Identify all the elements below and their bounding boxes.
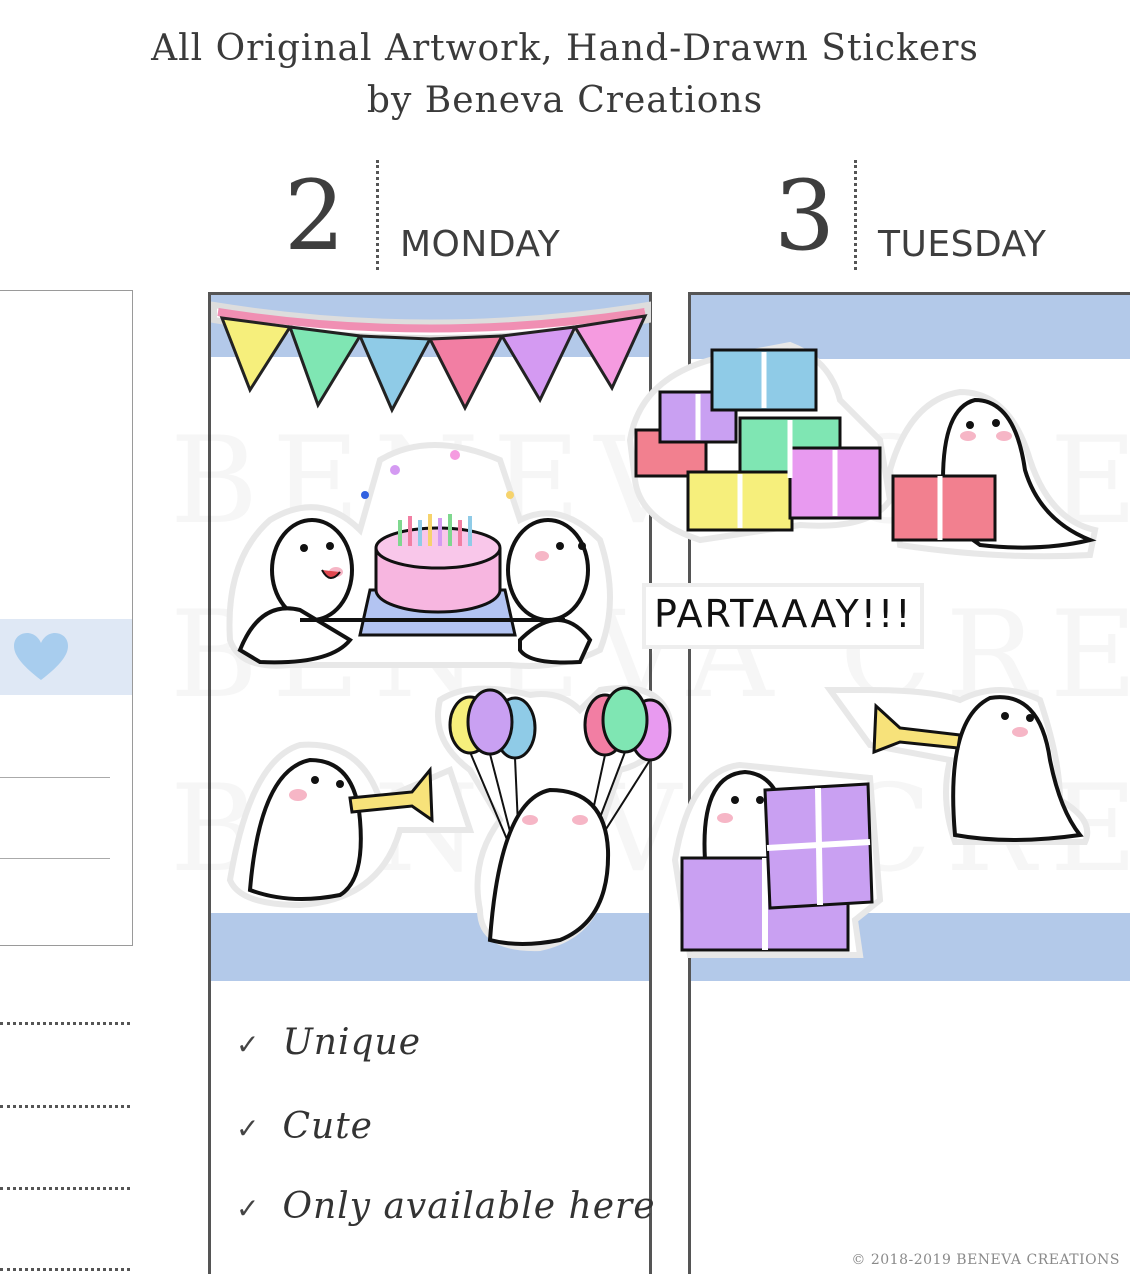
checklist-item: ✓ Cute bbox=[236, 1106, 373, 1147]
checklist-item-text: Cute bbox=[282, 1106, 373, 1147]
partaaay-sticker-text: PARTAAAY!!! bbox=[648, 590, 919, 638]
checklist-item-text: Only available here bbox=[282, 1186, 656, 1227]
copyright-notice: © 2018-2019 BENEVA CREATIONS bbox=[851, 1252, 1120, 1268]
bunting-banner bbox=[211, 301, 651, 414]
cake-sticker bbox=[226, 442, 613, 669]
trumpet-sticker-left bbox=[226, 741, 475, 909]
check-icon: ✓ bbox=[236, 1192, 261, 1225]
check-icon: ✓ bbox=[236, 1028, 261, 1061]
checklist-item-text: Unique bbox=[282, 1022, 422, 1063]
gift-dino-sticker bbox=[886, 388, 1099, 560]
sticker-artwork bbox=[211, 301, 1099, 958]
box-dino-sticker bbox=[671, 761, 884, 958]
checklist-item: ✓ Unique bbox=[236, 1022, 421, 1063]
balloon-sticker bbox=[435, 685, 674, 952]
gift-pile-sticker bbox=[626, 341, 894, 544]
checklist-item: ✓ Only available here bbox=[236, 1186, 656, 1227]
check-icon: ✓ bbox=[236, 1112, 261, 1145]
